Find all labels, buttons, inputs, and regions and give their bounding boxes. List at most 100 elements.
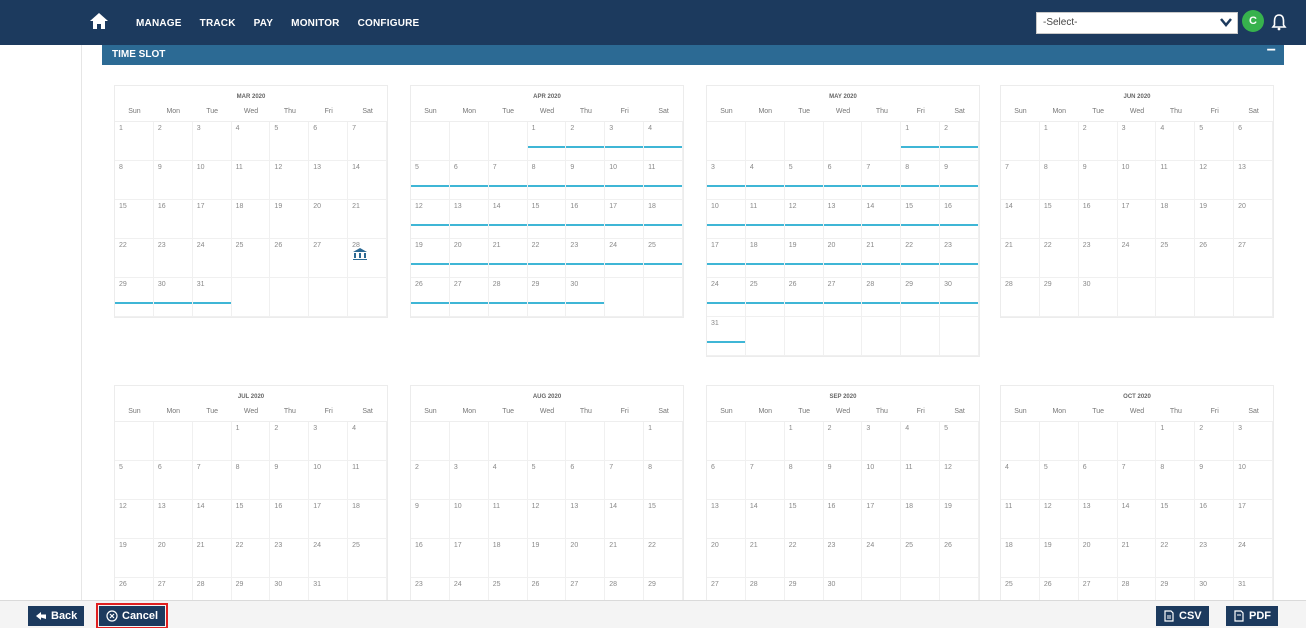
cancel-button[interactable]: Cancel xyxy=(95,603,169,628)
day-cell[interactable]: 5 xyxy=(270,122,310,161)
avatar[interactable]: C xyxy=(1242,10,1264,32)
day-cell[interactable]: 3 xyxy=(449,461,489,500)
day-cell[interactable]: 6 xyxy=(707,461,746,500)
day-cell[interactable]: 27 xyxy=(449,278,489,317)
day-cell[interactable]: 4 xyxy=(745,161,785,200)
day-cell[interactable]: 28 xyxy=(746,578,785,600)
day-cell[interactable]: 2 xyxy=(1195,422,1235,461)
day-cell[interactable]: 26 xyxy=(1195,239,1235,278)
day-cell[interactable]: 8 xyxy=(784,461,824,500)
day-cell[interactable]: 24 xyxy=(862,539,902,578)
day-cell[interactable]: 20 xyxy=(1234,200,1273,239)
day-cell[interactable]: 27 xyxy=(823,278,863,317)
day-cell[interactable]: 21 xyxy=(192,539,232,578)
day-cell[interactable]: 16 xyxy=(411,539,450,578)
nav-configure[interactable]: CONFIGURE xyxy=(358,18,420,29)
day-cell[interactable]: 18 xyxy=(231,200,271,239)
day-cell[interactable]: 1 xyxy=(784,422,824,461)
day-cell[interactable]: 14 xyxy=(488,200,528,239)
day-cell[interactable]: 28 xyxy=(862,278,902,317)
day-cell[interactable]: 20 xyxy=(309,200,349,239)
day-cell[interactable]: 17 xyxy=(707,239,746,278)
day-cell[interactable]: 6 xyxy=(153,461,193,500)
day-cell[interactable]: 21 xyxy=(348,200,387,239)
day-cell[interactable]: 4 xyxy=(901,422,941,461)
day-cell[interactable]: 22 xyxy=(901,239,941,278)
day-cell[interactable]: 8 xyxy=(1156,461,1196,500)
day-cell[interactable]: 7 xyxy=(1001,161,1040,200)
day-cell[interactable]: 10 xyxy=(862,461,902,500)
day-cell[interactable]: 29 xyxy=(785,578,824,600)
day-cell[interactable]: 18 xyxy=(348,500,387,539)
day-cell[interactable]: 3 xyxy=(1234,422,1273,461)
day-cell[interactable]: 24 xyxy=(605,239,645,278)
nav-pay[interactable]: PAY xyxy=(254,18,274,29)
day-cell[interactable]: 19 xyxy=(1039,539,1079,578)
day-cell[interactable]: 19 xyxy=(115,539,154,578)
day-cell[interactable]: 8 xyxy=(1039,161,1079,200)
day-cell[interactable]: 20 xyxy=(1078,539,1118,578)
day-cell[interactable]: 30 xyxy=(940,278,979,317)
day-cell[interactable]: 21 xyxy=(1117,539,1157,578)
day-cell[interactable]: 29 xyxy=(232,578,271,600)
day-cell[interactable]: 12 xyxy=(1039,500,1079,539)
day-cell[interactable]: 19 xyxy=(527,539,567,578)
day-cell[interactable]: 4 xyxy=(1156,122,1196,161)
day-cell[interactable]: 22 xyxy=(1039,239,1079,278)
day-cell[interactable]: 11 xyxy=(745,200,785,239)
day-cell[interactable]: 26 xyxy=(784,278,824,317)
day-cell[interactable]: 30 xyxy=(824,578,863,600)
day-cell[interactable]: 25 xyxy=(231,239,271,278)
day-cell[interactable]: 6 xyxy=(449,161,489,200)
day-cell[interactable]: 13 xyxy=(1078,500,1118,539)
day-cell[interactable]: 4 xyxy=(1001,461,1040,500)
day-cell[interactable]: 14 xyxy=(862,200,902,239)
day-cell[interactable]: 3 xyxy=(1117,122,1157,161)
day-cell[interactable]: 16 xyxy=(823,500,863,539)
day-cell[interactable]: 25 xyxy=(1001,578,1040,600)
day-cell[interactable]: 1 xyxy=(1039,122,1079,161)
day-cell[interactable]: 23 xyxy=(940,239,979,278)
day-cell[interactable]: 30 xyxy=(153,278,193,317)
day-cell[interactable]: 7 xyxy=(605,461,645,500)
day-cell[interactable]: 11 xyxy=(1156,161,1196,200)
day-cell[interactable]: 11 xyxy=(901,461,941,500)
day-cell[interactable]: 1 xyxy=(527,122,567,161)
day-cell[interactable]: 23 xyxy=(153,239,193,278)
day-cell[interactable]: 21 xyxy=(605,539,645,578)
day-cell[interactable]: 24 xyxy=(707,278,746,317)
day-cell[interactable]: 16 xyxy=(270,500,310,539)
day-cell[interactable]: 16 xyxy=(566,200,606,239)
day-cell[interactable]: 27 xyxy=(1234,239,1273,278)
day-cell[interactable]: 30 xyxy=(1195,578,1235,600)
day-cell[interactable]: 17 xyxy=(449,539,489,578)
day-cell[interactable]: 5 xyxy=(527,461,567,500)
day-cell[interactable]: 7 xyxy=(745,461,785,500)
account-select[interactable]: -Select- xyxy=(1036,12,1238,34)
day-cell[interactable]: 20 xyxy=(153,539,193,578)
day-cell[interactable]: 9 xyxy=(1078,161,1118,200)
day-cell[interactable]: 19 xyxy=(1195,200,1235,239)
day-cell[interactable]: 10 xyxy=(192,161,232,200)
day-cell[interactable]: 9 xyxy=(1195,461,1235,500)
day-cell[interactable]: 12 xyxy=(270,161,310,200)
day-cell[interactable]: 20 xyxy=(707,539,746,578)
day-cell[interactable]: 18 xyxy=(1001,539,1040,578)
day-cell[interactable]: 19 xyxy=(940,500,979,539)
day-cell[interactable]: 18 xyxy=(901,500,941,539)
day-cell[interactable]: 24 xyxy=(450,578,489,600)
day-cell[interactable]: 27 xyxy=(1079,578,1118,600)
day-cell[interactable]: 17 xyxy=(1234,500,1273,539)
day-cell[interactable]: 17 xyxy=(1117,200,1157,239)
day-cell[interactable]: 14 xyxy=(745,500,785,539)
day-cell[interactable]: 9 xyxy=(823,461,863,500)
home-icon[interactable] xyxy=(86,8,112,34)
day-cell[interactable]: 12 xyxy=(411,200,450,239)
day-cell[interactable]: 17 xyxy=(605,200,645,239)
day-cell[interactable]: 2 xyxy=(270,422,310,461)
day-cell[interactable]: 15 xyxy=(1039,200,1079,239)
day-cell[interactable]: 22 xyxy=(784,539,824,578)
day-cell[interactable]: 4 xyxy=(231,122,271,161)
day-cell[interactable]: 10 xyxy=(309,461,349,500)
day-cell[interactable]: 12 xyxy=(1195,161,1235,200)
